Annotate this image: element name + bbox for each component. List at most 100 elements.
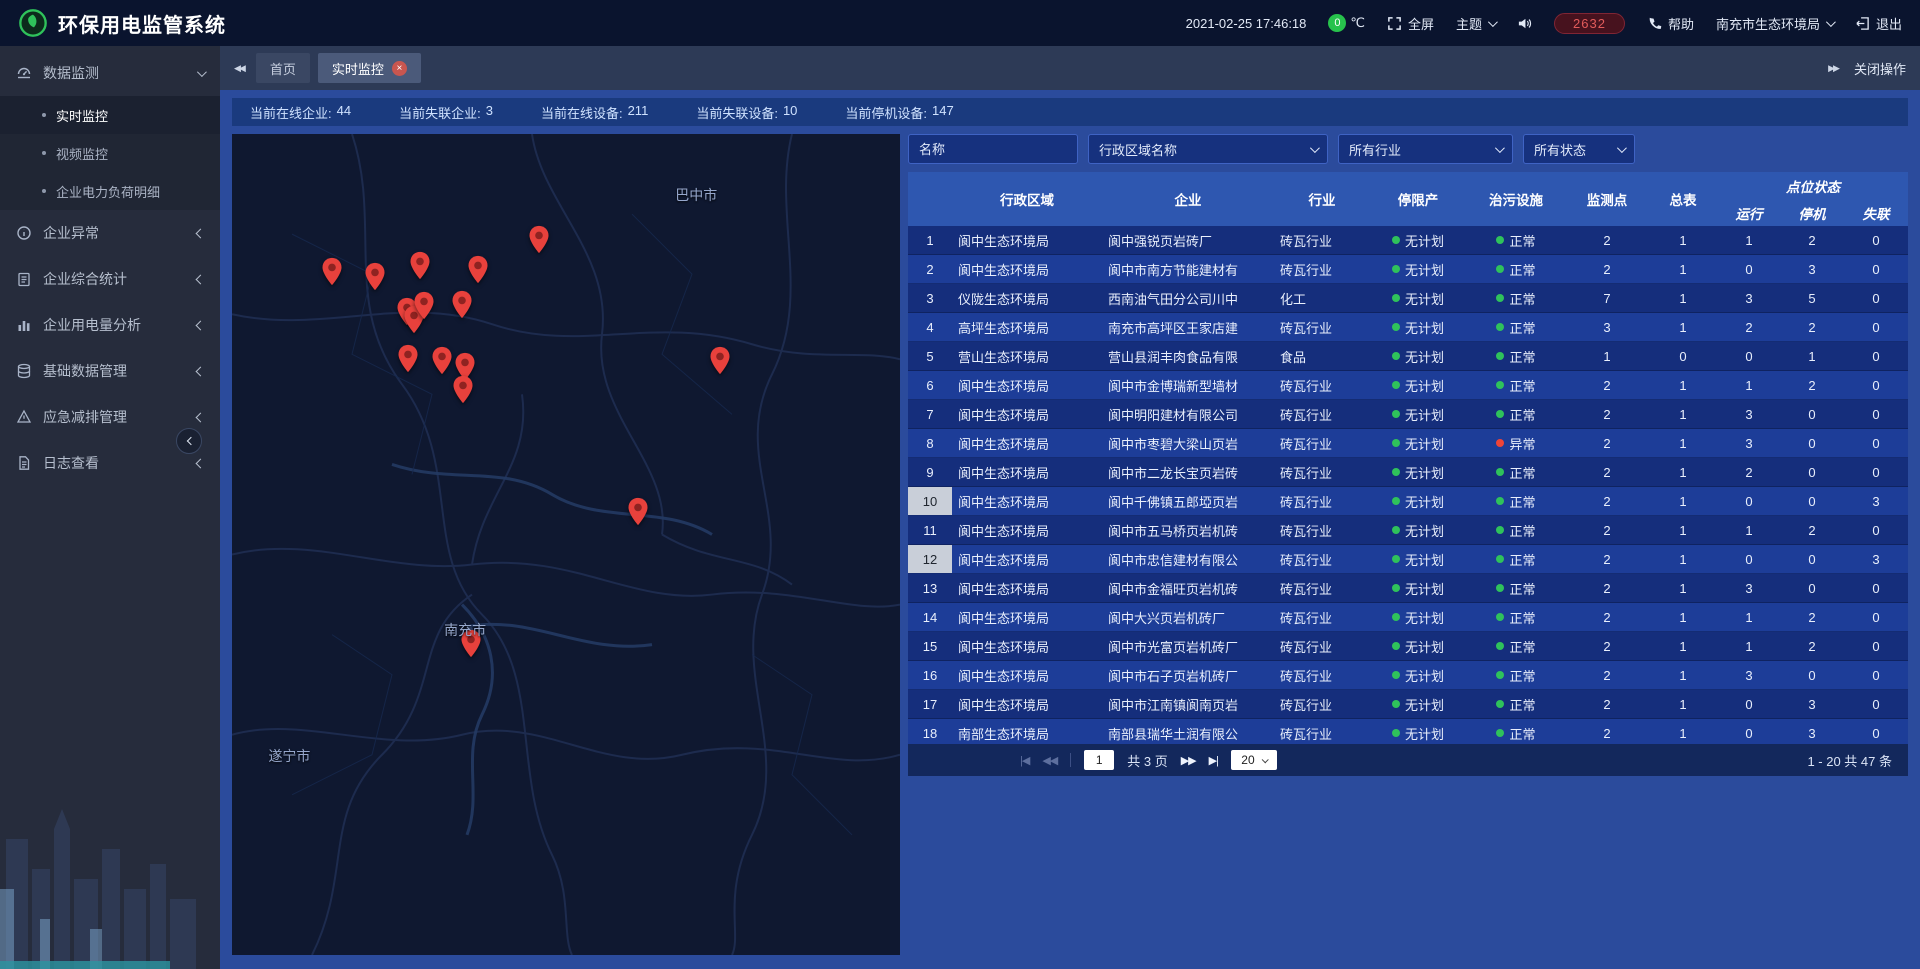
sidebar-group-1[interactable]: 企业异常	[0, 210, 220, 256]
company-cell: 南充市高坪区王家店建	[1102, 313, 1274, 341]
company-cell: 阆中市五马桥页岩机砖	[1102, 516, 1274, 544]
stop-count-cell: 2	[1780, 371, 1844, 399]
table-row[interactable]: 18南部生态环境局南部县瑞华土润有限公砖瓦行业无计划正常21030	[908, 719, 1908, 744]
map-pin-icon[interactable]	[321, 257, 343, 286]
tab-scroll-left-button[interactable]: ◀◀	[234, 63, 244, 74]
map-pin-icon[interactable]	[528, 225, 550, 254]
facility-status-cell: 正常	[1466, 284, 1566, 312]
next-page-button[interactable]: ▶▶	[1181, 754, 1196, 767]
tabbar-right: ▶▶ 关闭操作	[1828, 59, 1906, 78]
map-panel[interactable]: 巴中市南充市遂宁市	[232, 134, 900, 955]
table-row[interactable]: 10阆中生态环境局阆中千佛镇五郎埡页岩砖瓦行业无计划正常21003	[908, 487, 1908, 516]
table-row[interactable]: 3仪陇生态环境局西南油气田分公司川中化工无计划正常71350	[908, 284, 1908, 313]
sidebar-item-0-0[interactable]: 实时监控	[0, 96, 220, 134]
tab-1[interactable]: 实时监控×	[318, 53, 421, 83]
close-operations-button[interactable]: 关闭操作	[1854, 59, 1906, 78]
table-row[interactable]: 4高坪生态环境局南充市高坪区王家店建砖瓦行业无计划正常31220	[908, 313, 1908, 342]
region-cell: 营山生态环境局	[952, 342, 1102, 370]
sidebar-item-0-1[interactable]: 视频监控	[0, 134, 220, 172]
lost-count-cell: 0	[1844, 661, 1908, 689]
name-filter-input[interactable]	[908, 134, 1078, 164]
table-row[interactable]: 12阆中生态环境局阆中市忠信建材有限公砖瓦行业无计划正常21003	[908, 545, 1908, 574]
region-cell: 阆中生态环境局	[952, 429, 1102, 457]
meters-cell: 1	[1648, 487, 1718, 515]
help-button[interactable]: 帮助	[1647, 14, 1694, 33]
map-pin-icon[interactable]	[409, 251, 431, 280]
status-dot-icon	[1496, 497, 1504, 505]
table-row[interactable]: 8阆中生态环境局阆中市枣碧大梁山页岩砖瓦行业无计划异常21300	[908, 429, 1908, 458]
tab-0[interactable]: 首页	[256, 53, 310, 83]
table-row[interactable]: 14阆中生态环境局阆中大兴页岩机砖厂砖瓦行业无计划正常21120	[908, 603, 1908, 632]
sidebar-collapse-button[interactable]	[176, 428, 202, 454]
prev-page-button[interactable]: ◀◀	[1042, 754, 1057, 767]
tab-scroll-right-button[interactable]: ▶▶	[1828, 63, 1838, 74]
company-cell: 阆中大兴页岩机砖厂	[1102, 603, 1274, 631]
table-row[interactable]: 6阆中生态环境局阆中市金博瑞新型墙材砖瓦行业无计划正常21120	[908, 371, 1908, 400]
table-row[interactable]: 1阆中生态环境局阆中强锐页岩砖厂砖瓦行业无计划正常21120	[908, 226, 1908, 255]
lost-count-cell: 0	[1844, 284, 1908, 312]
page-number-input[interactable]: 1	[1084, 750, 1114, 770]
stat-item: 当前停机设备:147	[845, 103, 953, 122]
table-row[interactable]: 7阆中生态环境局阆中明阳建材有限公司砖瓦行业无计划正常21300	[908, 400, 1908, 429]
sidebar-group-0[interactable]: 数据监测	[0, 50, 220, 96]
first-page-button[interactable]: |◀	[1020, 754, 1029, 767]
sidebar-group-3[interactable]: 企业用电量分析	[0, 302, 220, 348]
facility-status-cell: 正常	[1466, 400, 1566, 428]
map-pin-icon[interactable]	[397, 344, 419, 373]
logout-button[interactable]: 退出	[1855, 14, 1902, 33]
theme-dropdown[interactable]: 主题	[1456, 14, 1495, 33]
limit-status-cell: 无计划	[1370, 661, 1466, 689]
meters-cell: 0	[1648, 342, 1718, 370]
status-filter-select[interactable]: 所有状态	[1523, 134, 1635, 164]
facility-status-cell: 正常	[1466, 342, 1566, 370]
limit-status-cell: 无计划	[1370, 371, 1466, 399]
run-count-cell: 0	[1718, 342, 1780, 370]
map-pin-icon[interactable]	[451, 290, 473, 319]
table-row[interactable]: 2阆中生态环境局阆中市南方节能建材有砖瓦行业无计划正常21030	[908, 255, 1908, 284]
table-row[interactable]: 11阆中生态环境局阆中市五马桥页岩机砖砖瓦行业无计划正常21120	[908, 516, 1908, 545]
sidebar-group-4[interactable]: 基础数据管理	[0, 348, 220, 394]
table-row[interactable]: 17阆中生态环境局阆中市江南镇阆南页岩砖瓦行业无计划正常21030	[908, 690, 1908, 719]
map-pin-icon[interactable]	[364, 262, 386, 291]
map-pin-icon[interactable]	[431, 346, 453, 375]
industry-filter-select[interactable]: 所有行业	[1338, 134, 1513, 164]
map-pin-icon[interactable]	[452, 375, 474, 404]
row-index: 15	[908, 632, 952, 660]
lost-count-cell: 0	[1844, 429, 1908, 457]
stop-count-cell: 2	[1780, 516, 1844, 544]
fullscreen-button[interactable]: 全屏	[1387, 14, 1434, 33]
row-index: 17	[908, 690, 952, 718]
lost-count-cell: 0	[1844, 574, 1908, 602]
map-pin-icon[interactable]	[467, 255, 489, 284]
org-dropdown[interactable]: 南充市生态环境局	[1716, 14, 1833, 33]
lost-count-cell: 0	[1844, 400, 1908, 428]
map-city-label: 遂宁市	[268, 746, 310, 766]
facility-status-cell: 异常	[1466, 429, 1566, 457]
sidebar-group-2[interactable]: 企业综合统计	[0, 256, 220, 302]
sidebar-item-0-2[interactable]: 企业电力负荷明细	[0, 172, 220, 210]
table-row[interactable]: 13阆中生态环境局阆中市金福旺页岩机砖砖瓦行业无计划正常21300	[908, 574, 1908, 603]
table-row[interactable]: 15阆中生态环境局阆中市光富页岩机砖厂砖瓦行业无计划正常21120	[908, 632, 1908, 661]
alarm-count-badge[interactable]: 2632	[1554, 13, 1625, 34]
bar-chart-icon	[16, 317, 32, 333]
table-row[interactable]: 5营山生态环境局营山县润丰肉食品有限食品无计划正常10010	[908, 342, 1908, 371]
map-pin-icon[interactable]	[627, 497, 649, 526]
status-dot-icon	[1392, 439, 1400, 447]
alarm-sound-button[interactable]	[1517, 16, 1532, 31]
status-dot-icon	[1496, 729, 1504, 737]
status-dot-icon	[1496, 236, 1504, 244]
status-dot-icon	[1392, 323, 1400, 331]
map-pin-icon[interactable]	[709, 346, 731, 375]
tab-close-icon[interactable]: ×	[392, 61, 407, 76]
lost-count-cell: 0	[1844, 458, 1908, 486]
limit-status-cell: 无计划	[1370, 284, 1466, 312]
monitor-gauge-icon	[16, 65, 32, 81]
region-filter-select[interactable]: 行政区域名称	[1088, 134, 1328, 164]
page-size-select[interactable]: 20	[1231, 750, 1277, 770]
chevron-left-icon	[196, 320, 206, 330]
map-pin-icon[interactable]	[413, 291, 435, 320]
stop-count-cell: 0	[1780, 661, 1844, 689]
table-row[interactable]: 9阆中生态环境局阆中市二龙长宝页岩砖砖瓦行业无计划正常21200	[908, 458, 1908, 487]
last-page-button[interactable]: ▶|	[1209, 754, 1218, 767]
table-row[interactable]: 16阆中生态环境局阆中市石子页岩机砖厂砖瓦行业无计划正常21300	[908, 661, 1908, 690]
